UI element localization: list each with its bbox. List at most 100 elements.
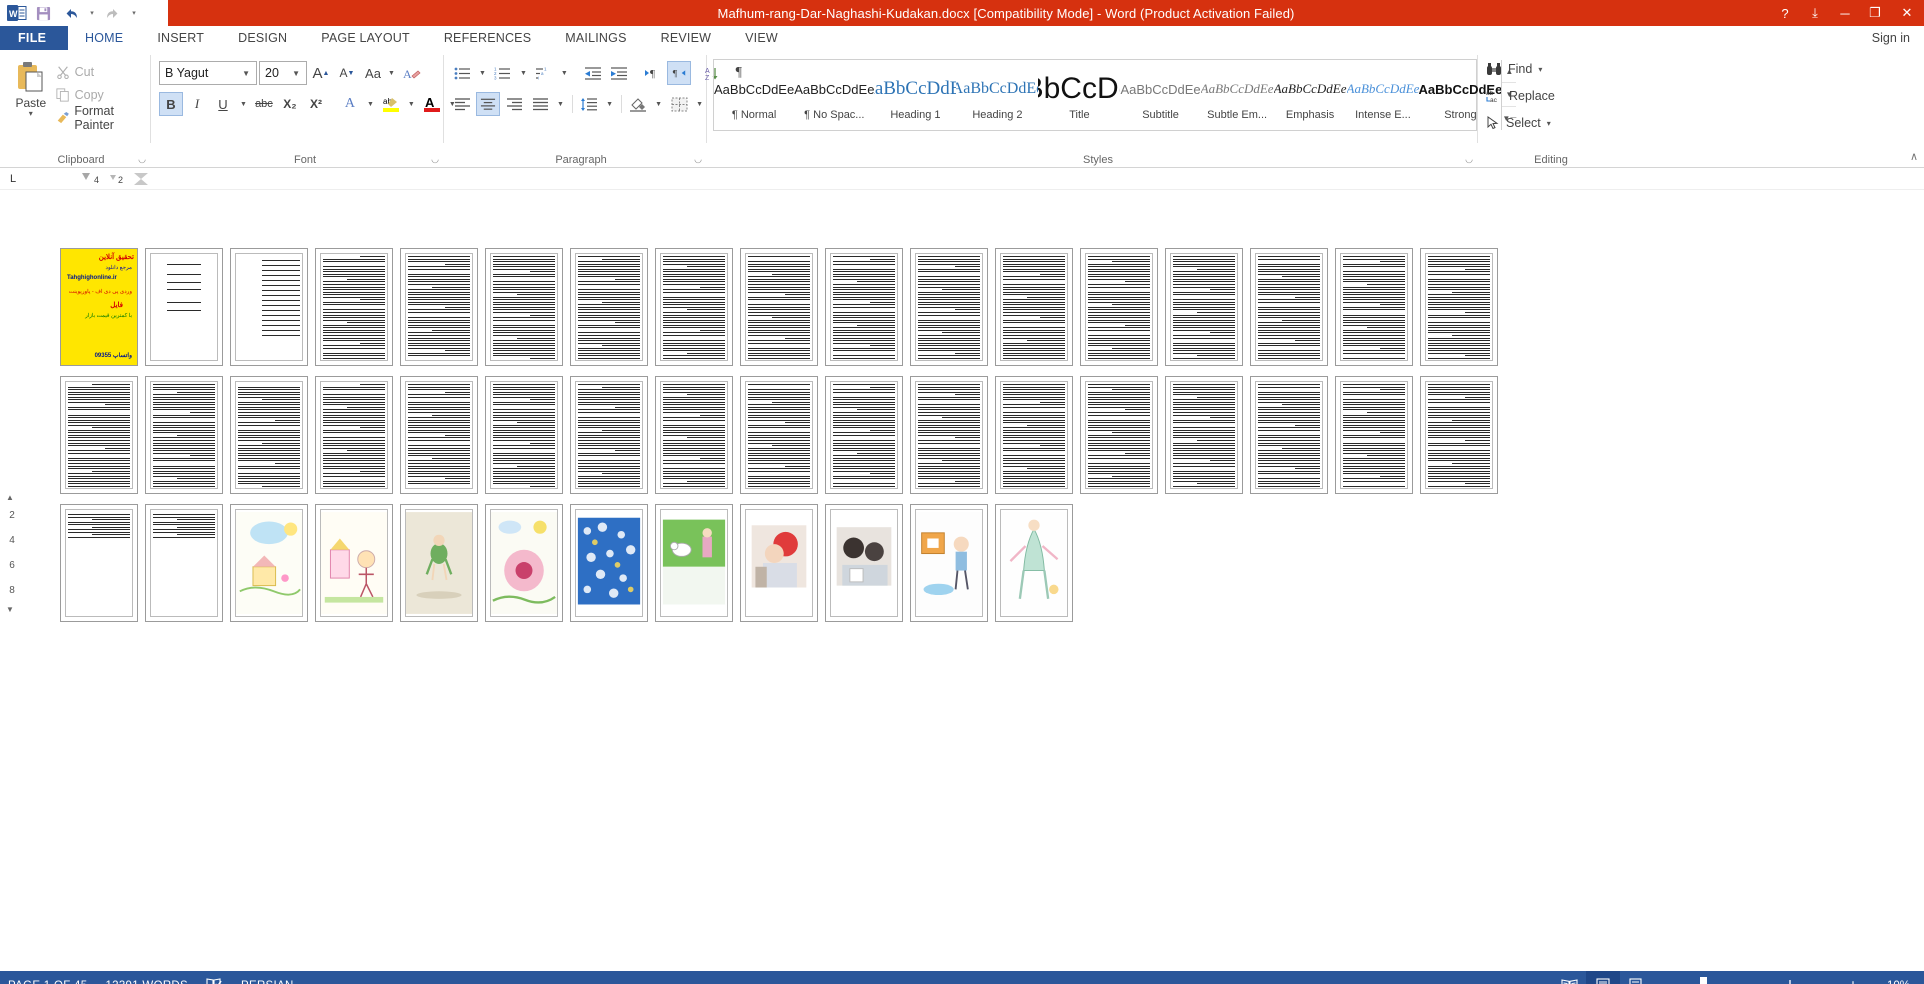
- page-thumbnail[interactable]: [60, 504, 138, 622]
- sign-in-link[interactable]: Sign in: [1872, 31, 1924, 45]
- page-thumbnail[interactable]: [655, 248, 733, 366]
- italic-button[interactable]: I: [185, 92, 209, 116]
- style-intense-emphasis[interactable]: AaBbCcDdEe Intense E...: [1347, 60, 1420, 130]
- page-thumbnail[interactable]: [1335, 376, 1413, 494]
- undo-dropdown-caret[interactable]: ▾: [86, 2, 98, 24]
- zoom-in-button[interactable]: +: [1842, 977, 1864, 984]
- page-thumbnail[interactable]: [145, 376, 223, 494]
- page-thumbnail[interactable]: [485, 248, 563, 366]
- page-thumbnail[interactable]: [910, 504, 988, 622]
- shading-button[interactable]: [626, 92, 650, 116]
- page-thumbnail[interactable]: [740, 376, 818, 494]
- justify-button[interactable]: [528, 92, 552, 116]
- bullets-caret[interactable]: ▼: [476, 70, 489, 77]
- ruler-scroll-down-icon[interactable]: ▼: [3, 602, 17, 616]
- text-effects-caret[interactable]: ▼: [364, 101, 377, 108]
- page-thumbnail[interactable]: [655, 376, 733, 494]
- page-thumbnail[interactable]: [1250, 248, 1328, 366]
- style-subtitle[interactable]: AaBbCcDdEe Subtitle: [1120, 60, 1200, 130]
- page-thumbnail[interactable]: [995, 504, 1073, 622]
- grow-font-button[interactable]: A ▲: [309, 61, 333, 85]
- tab-insert[interactable]: INSERT: [140, 26, 221, 50]
- redo-icon[interactable]: [100, 2, 126, 24]
- page-thumbnail[interactable]: [145, 504, 223, 622]
- page-thumbnail[interactable]: [230, 248, 308, 366]
- bullets-button[interactable]: [450, 61, 474, 85]
- page-thumbnail[interactable]: تحقیق آنلاین مرجع دانلود Tahghighonline.ir…: [60, 248, 138, 366]
- page-thumbnail[interactable]: [1080, 248, 1158, 366]
- shrink-font-button[interactable]: A ▼: [335, 61, 359, 85]
- tab-page-layout[interactable]: PAGE LAYOUT: [304, 26, 427, 50]
- collapse-ribbon-button[interactable]: ∧: [1910, 150, 1918, 163]
- highlight-color-button[interactable]: ab: [379, 92, 403, 116]
- page-thumbnail[interactable]: [315, 504, 393, 622]
- page-thumbnail[interactable]: [145, 248, 223, 366]
- page-indicator[interactable]: PAGE 1 OF 45: [8, 980, 87, 984]
- multilevel-caret[interactable]: ▼: [558, 70, 571, 77]
- text-effects-button[interactable]: A: [338, 92, 362, 116]
- rtl-text-direction-button[interactable]: ¶: [666, 61, 691, 85]
- borders-button[interactable]: [667, 92, 691, 116]
- help-button[interactable]: ?: [1770, 0, 1800, 26]
- font-color-button[interactable]: A: [420, 92, 444, 116]
- page-thumbnail[interactable]: [230, 376, 308, 494]
- multilevel-list-button[interactable]: 1ai: [532, 61, 556, 85]
- page-thumbnail[interactable]: [315, 248, 393, 366]
- undo-icon[interactable]: [58, 2, 84, 24]
- tab-references[interactable]: REFERENCES: [427, 26, 548, 50]
- page-thumbnail[interactable]: [60, 376, 138, 494]
- page-thumbnail[interactable]: [485, 376, 563, 494]
- page-thumbnail[interactable]: [1420, 376, 1498, 494]
- ruler-scroll-up-icon[interactable]: ▲: [3, 490, 17, 504]
- tab-view[interactable]: VIEW: [728, 26, 795, 50]
- language-indicator[interactable]: PERSIAN: [241, 980, 294, 984]
- page-thumbnail[interactable]: [825, 248, 903, 366]
- style-no-spacing[interactable]: AaBbCcDdEe ¶ No Spac...: [794, 60, 874, 130]
- tab-home[interactable]: HOME: [68, 26, 140, 50]
- page-thumbnail[interactable]: [485, 504, 563, 622]
- align-left-button[interactable]: [450, 92, 474, 116]
- styles-dialog-launcher[interactable]: ◡: [1465, 154, 1473, 165]
- strikethrough-button[interactable]: abc: [252, 92, 276, 116]
- tab-stop-selector[interactable]: L: [0, 168, 26, 190]
- tab-review[interactable]: REVIEW: [644, 26, 729, 50]
- zoom-percentage[interactable]: 10%: [1876, 980, 1910, 984]
- word-count[interactable]: 12391 WORDS: [105, 980, 188, 984]
- justify-caret[interactable]: ▼: [554, 101, 567, 108]
- ribbon-display-options-button[interactable]: ⤓: [1800, 0, 1830, 26]
- page-thumbnail[interactable]: [570, 504, 648, 622]
- page-thumbnail[interactable]: [570, 248, 648, 366]
- proofing-errors-icon[interactable]: [206, 977, 223, 984]
- page-thumbnail[interactable]: [995, 376, 1073, 494]
- page-thumbnail[interactable]: [1250, 376, 1328, 494]
- change-case-button[interactable]: Aa ▼: [361, 61, 398, 85]
- paragraph-dialog-launcher[interactable]: ◡: [694, 154, 702, 165]
- page-thumbnail[interactable]: [315, 376, 393, 494]
- underline-button[interactable]: U: [211, 92, 235, 116]
- line-spacing-button[interactable]: [577, 92, 601, 116]
- style-normal[interactable]: AaBbCcDdEe ¶ Normal: [714, 60, 794, 130]
- increase-indent-button[interactable]: [607, 61, 631, 85]
- paste-button[interactable]: Paste ▾: [6, 54, 56, 168]
- tab-mailings[interactable]: MAILINGS: [548, 26, 643, 50]
- ltr-text-direction-button[interactable]: ¶: [641, 61, 665, 85]
- page-thumbnail[interactable]: [1165, 248, 1243, 366]
- page-thumbnail[interactable]: [1080, 376, 1158, 494]
- page-thumbnail[interactable]: [400, 248, 478, 366]
- page-thumbnail[interactable]: [825, 504, 903, 622]
- page-thumbnail[interactable]: [825, 376, 903, 494]
- find-button[interactable]: Find ▾: [1486, 57, 1608, 81]
- page-thumbnail[interactable]: [910, 248, 988, 366]
- page-thumbnail[interactable]: [995, 248, 1073, 366]
- zoom-slider[interactable]: − +: [1672, 971, 1864, 984]
- zoom-out-button[interactable]: −: [1672, 977, 1694, 984]
- numbering-caret[interactable]: ▼: [517, 70, 530, 77]
- borders-caret[interactable]: ▼: [693, 101, 706, 108]
- shading-caret[interactable]: ▼: [652, 101, 665, 108]
- format-painter-button[interactable]: Format Painter: [56, 104, 150, 132]
- tab-file[interactable]: FILE: [0, 26, 65, 50]
- underline-caret[interactable]: ▼: [237, 101, 250, 108]
- font-size-combo[interactable]: 20 ▼: [259, 61, 307, 85]
- page-thumbnail[interactable]: [570, 376, 648, 494]
- page-thumbnail[interactable]: [230, 504, 308, 622]
